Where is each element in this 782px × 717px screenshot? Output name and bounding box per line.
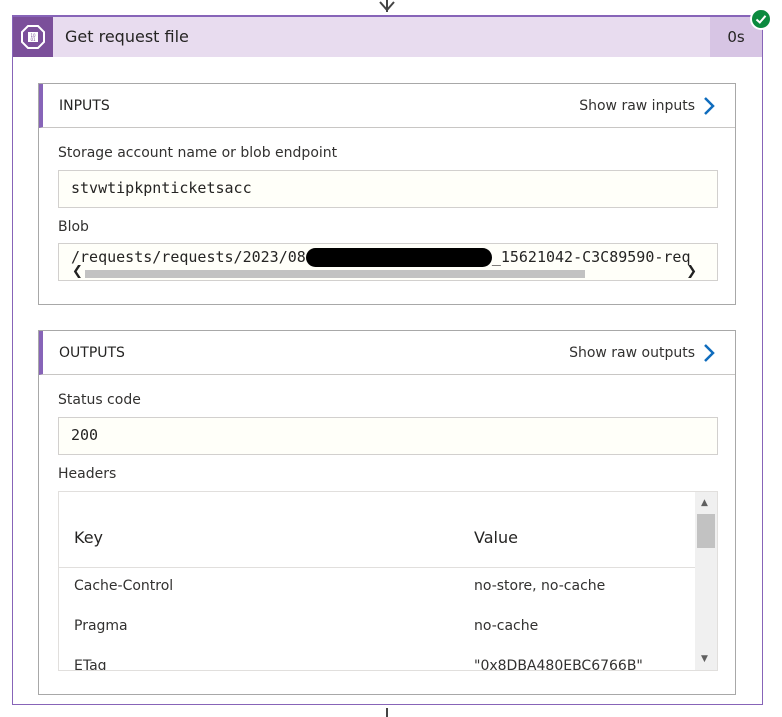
- action-title: Get request file: [65, 27, 189, 46]
- svg-text:01: 01: [30, 37, 36, 42]
- header-value: no-store, no-cache: [474, 578, 606, 594]
- table-row: Pragma no-cache: [59, 608, 695, 648]
- scrollbar-thumb[interactable]: [697, 514, 715, 548]
- status-code-field: 200: [58, 417, 718, 455]
- storage-account-value: stvwtipkpnticketsacc: [71, 179, 252, 197]
- inputs-section: INPUTS Show raw inputs Storage account n…: [38, 83, 736, 305]
- column-header-value: Value: [474, 528, 518, 547]
- scroll-down-icon[interactable]: ▼: [701, 654, 708, 664]
- action-header[interactable]: 10 01 Get request file 0s: [13, 17, 762, 57]
- status-code-value: 200: [71, 426, 99, 444]
- success-check-icon: [750, 8, 772, 30]
- scroll-right-icon[interactable]: ❯: [686, 264, 697, 279]
- show-raw-outputs-link[interactable]: Show raw outputs: [569, 345, 695, 361]
- show-raw-inputs-link[interactable]: Show raw inputs: [579, 98, 695, 114]
- column-header-key: Key: [74, 528, 104, 547]
- blob-field: /requests/requests/2023/08 _15621042-C3C8…: [58, 243, 718, 281]
- storage-account-label: Storage account name or blob endpoint: [58, 145, 338, 161]
- flow-connector-bottom: [386, 708, 388, 717]
- blob-storage-icon: 10 01: [13, 17, 53, 57]
- scroll-up-icon[interactable]: ▲: [701, 498, 708, 508]
- vertical-scrollbar[interactable]: ▲ ▼: [695, 492, 717, 670]
- headers-table: Key Value Cache-Control no-store, no-cac…: [58, 491, 718, 671]
- chevron-right-icon[interactable]: [703, 343, 715, 363]
- table-row: ETag "0x8DBA480EBC6766B": [59, 648, 695, 671]
- outputs-title: OUTPUTS: [59, 345, 125, 361]
- table-row: Cache-Control no-store, no-cache: [59, 568, 695, 608]
- inputs-header: INPUTS Show raw inputs: [39, 84, 735, 128]
- blob-label: Blob: [58, 219, 89, 235]
- header-value: "0x8DBA480EBC6766B": [474, 658, 643, 671]
- outputs-section: OUTPUTS Show raw outputs Status code 200…: [38, 330, 736, 695]
- header-key: Pragma: [74, 618, 128, 634]
- header-key: ETag: [74, 658, 107, 671]
- scrollbar-thumb[interactable]: [85, 270, 585, 278]
- headers-label: Headers: [58, 466, 117, 482]
- arrow-down-icon: [379, 0, 395, 12]
- storage-account-field: stvwtipkpnticketsacc: [58, 170, 718, 208]
- action-card: 10 01 Get request file 0s INPUTS Show ra…: [12, 15, 763, 705]
- header-value: no-cache: [474, 618, 539, 634]
- scroll-left-icon[interactable]: ❮: [72, 264, 83, 279]
- chevron-right-icon[interactable]: [703, 96, 715, 116]
- header-key: Cache-Control: [74, 578, 174, 594]
- headers-table-header: Key Value: [59, 492, 695, 568]
- status-code-label: Status code: [58, 392, 141, 408]
- outputs-header: OUTPUTS Show raw outputs: [39, 331, 735, 375]
- inputs-title: INPUTS: [59, 98, 110, 114]
- horizontal-scrollbar[interactable]: ❮ ❯: [59, 264, 717, 280]
